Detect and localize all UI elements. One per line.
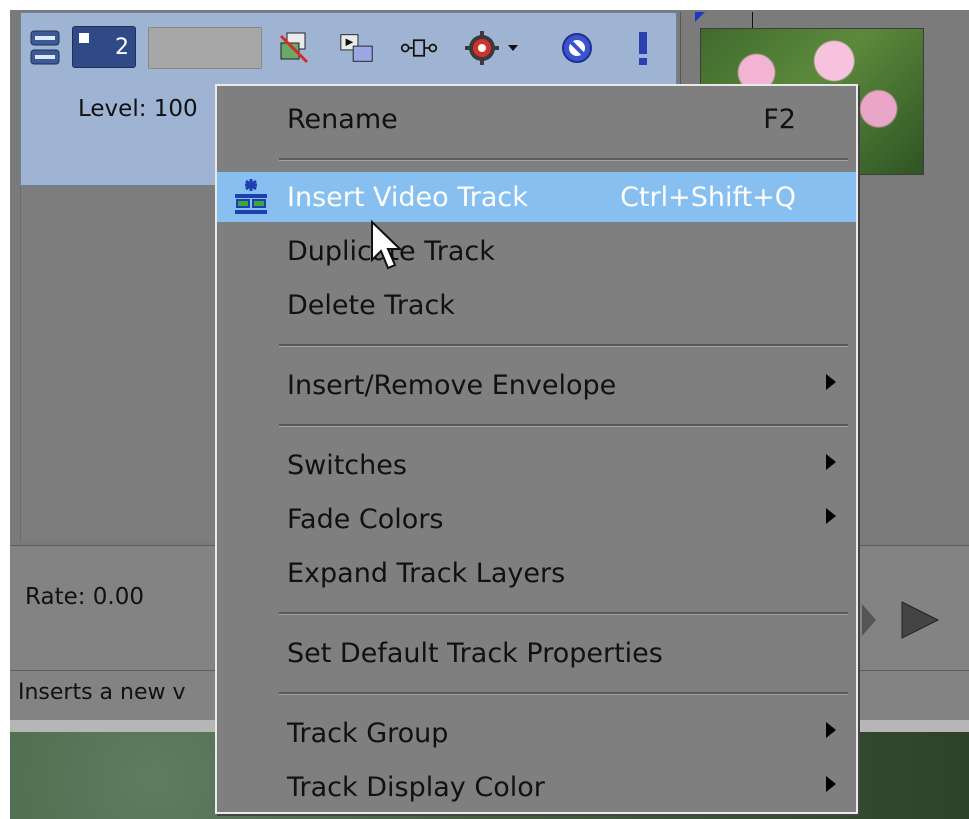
menu-item-label: Insert/Remove Envelope — [287, 370, 617, 401]
menu-separator — [279, 158, 848, 161]
track-minimize-icon[interactable] — [26, 28, 64, 68]
track-name-field[interactable] — [148, 27, 262, 69]
rate-label: Rate: 0.00 — [25, 584, 145, 610]
status-bar-text: Inserts a new v — [18, 680, 186, 705]
menu-item-fade-colors[interactable]: Fade Colors — [217, 494, 856, 544]
menu-item-label: Expand Track Layers — [287, 558, 566, 589]
menu-item-insert-remove-envelope[interactable]: Insert/Remove Envelope — [217, 360, 856, 410]
track-context-menu: Rename F2 Insert Video Track Ctrl+Shift+… — [215, 84, 858, 814]
menu-item-track-display-color[interactable]: Track Display Color — [217, 762, 856, 812]
menu-item-label: Track Display Color — [287, 772, 545, 803]
menu-item-label: Insert Video Track — [287, 182, 528, 213]
mouse-cursor-icon — [371, 220, 403, 270]
submenu-arrow-icon — [826, 454, 836, 470]
menu-separator — [279, 612, 848, 615]
submenu-arrow-icon — [826, 374, 836, 390]
submenu-arrow-icon — [826, 776, 836, 792]
play-icon[interactable] — [862, 598, 952, 651]
menu-item-label: Track Group — [287, 718, 449, 749]
submenu-arrow-icon — [826, 508, 836, 524]
solo-icon[interactable] — [624, 28, 662, 68]
track-fx-icon[interactable] — [400, 28, 438, 68]
menu-item-switches[interactable]: Switches — [217, 440, 856, 490]
track-motion-icon[interactable] — [276, 28, 314, 68]
menu-item-shortcut: F2 — [763, 104, 796, 135]
menu-item-label: Switches — [287, 450, 407, 481]
menu-item-shortcut: Ctrl+Shift+Q — [620, 182, 796, 213]
submenu-arrow-icon — [826, 722, 836, 738]
insert-video-track-icon — [235, 179, 267, 214]
track-number: 2 — [72, 26, 136, 68]
menu-item-label: Set Default Track Properties — [287, 638, 663, 669]
menu-item-track-group[interactable]: Track Group — [217, 708, 856, 758]
menu-separator — [279, 344, 848, 347]
menu-separator — [279, 424, 848, 427]
menu-item-label: Rename — [287, 104, 398, 135]
mute-icon[interactable] — [558, 28, 596, 68]
playhead-marker-icon[interactable] — [695, 12, 705, 22]
menu-item-rename[interactable]: Rename F2 — [217, 94, 856, 144]
settings-gear-icon[interactable] — [464, 28, 520, 68]
menu-item-duplicate-track[interactable]: Duplicate Track — [217, 226, 856, 276]
menu-item-label: Delete Track — [287, 290, 455, 321]
level-label: Level: 100 — [78, 96, 198, 122]
menu-item-set-default-track-properties[interactable]: Set Default Track Properties — [217, 628, 856, 678]
menu-item-label: Fade Colors — [287, 504, 444, 535]
menu-item-delete-track[interactable]: Delete Track — [217, 280, 856, 330]
menu-item-insert-video-track[interactable]: Insert Video Track Ctrl+Shift+Q — [217, 172, 856, 222]
menu-item-expand-track-layers[interactable]: Expand Track Layers — [217, 548, 856, 598]
track-number-text: 2 — [115, 34, 129, 60]
menu-separator — [279, 692, 848, 695]
compositing-icon[interactable] — [338, 28, 376, 68]
